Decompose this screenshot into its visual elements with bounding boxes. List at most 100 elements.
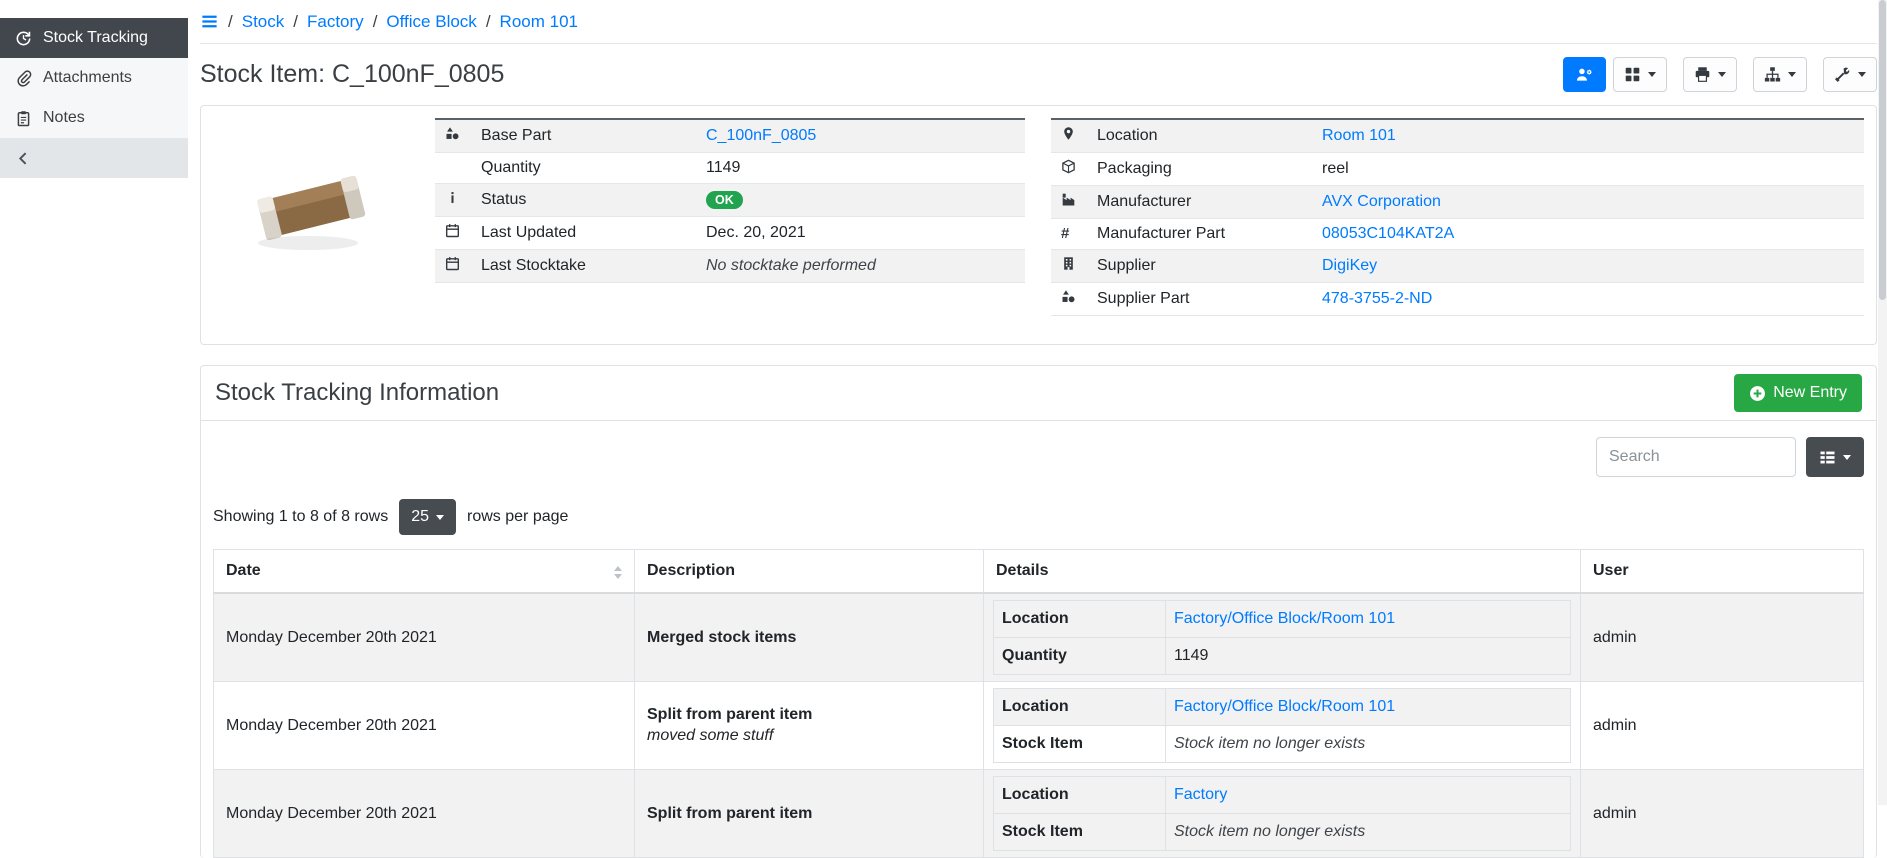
supplier-link[interactable]: DigiKey	[1322, 257, 1377, 274]
capacitor-image	[236, 147, 386, 257]
breadcrumb-separator: /	[228, 12, 233, 32]
stock-details-table: Base Part C_100nF_0805 Quantity 1149 Sta…	[435, 118, 1025, 283]
printer-icon	[1694, 66, 1711, 83]
manufacturer-link[interactable]: AVX Corporation	[1322, 193, 1441, 210]
columns-button[interactable]	[1806, 437, 1864, 477]
sidebar-item-stock-tracking[interactable]: Stock Tracking	[0, 18, 188, 58]
sidebar-item-attachments[interactable]: Attachments	[0, 58, 188, 98]
tracking-table: Date Description Details User Monday Dec…	[213, 549, 1864, 858]
sitemap-icon	[1764, 66, 1781, 83]
column-header-date[interactable]: Date	[214, 550, 635, 594]
detail-location-link[interactable]: Factory/Office Block/Room 101	[1174, 698, 1395, 715]
main-content: / Stock / Factory / Office Block / Room …	[188, 0, 1887, 805]
detail-subrow-value: Stock item no longer exists	[1174, 823, 1365, 840]
detail-location-link[interactable]: Factory/Office Block/Room 101	[1174, 610, 1395, 627]
title-row: Stock Item: C_100nF_0805	[200, 44, 1877, 103]
details-subtable: Location Factory/Office Block/Room 101 Q…	[993, 600, 1571, 675]
breadcrumb-link-factory[interactable]: Factory	[307, 12, 364, 32]
breadcrumb-separator: /	[293, 12, 298, 32]
page-title: Stock Item: C_100nF_0805	[200, 60, 504, 89]
shapes-icon	[1061, 289, 1076, 304]
description-text: Split from parent item	[647, 706, 812, 723]
status-badge: OK	[706, 191, 743, 210]
sort-icon[interactable]	[614, 566, 622, 579]
showing-text: Showing 1 to 8 of 8 rows	[213, 508, 388, 526]
detail-label: Packaging	[1089, 153, 1314, 186]
breadcrumb-separator: /	[486, 12, 491, 32]
detail-label: Last Updated	[473, 217, 698, 250]
detail-row-status: Status OK	[435, 184, 1025, 217]
detail-subrow: Quantity 1149	[994, 638, 1571, 675]
vertical-scrollbar[interactable]	[1878, 0, 1887, 805]
part-thumbnail[interactable]	[213, 118, 409, 286]
detail-row-base-part: Base Part C_100nF_0805	[435, 119, 1025, 153]
page-size-button[interactable]: 25	[399, 499, 456, 535]
breadcrumb-link-stock[interactable]: Stock	[242, 12, 285, 32]
paperclip-icon	[15, 70, 32, 87]
manufacturer-part-link[interactable]: 08053C104KAT2A	[1322, 225, 1454, 242]
column-header-label: User	[1593, 562, 1629, 579]
tracking-header: Stock Tracking Information New Entry	[201, 366, 1876, 421]
description-cell: Merged stock items	[635, 593, 984, 682]
detail-label: Supplier	[1089, 250, 1314, 283]
breadcrumb-link-office-block[interactable]: Office Block	[386, 12, 476, 32]
stock-transfer-actions-button[interactable]	[1753, 57, 1807, 92]
calendar-icon	[445, 223, 460, 238]
tracking-row: Monday December 20th 2021 Merged stock i…	[214, 593, 1864, 682]
industry-icon	[1061, 192, 1076, 207]
sidebar-collapse-button[interactable]	[0, 138, 188, 178]
details-subtable: Location Factory/Office Block/Room 101 S…	[993, 688, 1571, 763]
detail-subrow-label: Location	[994, 777, 1166, 814]
sidebar-item-notes[interactable]: Notes	[0, 98, 188, 138]
column-header-details[interactable]: Details	[984, 550, 1581, 594]
detail-subrow-label: Location	[994, 601, 1166, 638]
supplier-part-link[interactable]: 478-3755-2-ND	[1322, 290, 1432, 307]
edit-actions-button[interactable]	[1823, 57, 1877, 92]
caret-down-icon	[436, 515, 444, 520]
detail-row-manufacturer: Manufacturer AVX Corporation	[1051, 186, 1864, 219]
last-updated-value: Dec. 20, 2021	[706, 224, 806, 241]
detail-subrow: Location Factory/Office Block/Room 101	[994, 689, 1571, 726]
column-header-user[interactable]: User	[1581, 550, 1864, 594]
breadcrumb-link-room-101[interactable]: Room 101	[500, 12, 578, 32]
print-actions-button[interactable]	[1683, 57, 1737, 92]
date-cell: Monday December 20th 2021	[214, 770, 635, 858]
detail-subrow-value: Stock item no longer exists	[1174, 735, 1365, 752]
caret-down-icon	[1843, 455, 1851, 460]
location-link[interactable]: Room 101	[1322, 127, 1396, 144]
details-cell: Location Factory/Office Block/Room 101 Q…	[984, 593, 1581, 682]
tracking-row: Monday December 20th 2021 Split from par…	[214, 682, 1864, 770]
location-pin-icon	[1061, 126, 1076, 141]
detail-label: Base Part	[473, 119, 698, 153]
barcode-actions-button[interactable]	[1613, 57, 1667, 92]
detail-label: Manufacturer	[1089, 186, 1314, 219]
detail-subrow-label: Stock Item	[994, 726, 1166, 763]
stock-tracking-card: Stock Tracking Information New Entry	[200, 365, 1877, 858]
detail-row-last-updated: Last Updated Dec. 20, 2021	[435, 217, 1025, 250]
menu-icon[interactable]	[200, 12, 219, 31]
date-cell: Monday December 20th 2021	[214, 682, 635, 770]
detail-row-manufacturer-part: # Manufacturer Part 08053C104KAT2A	[1051, 219, 1864, 250]
breadcrumb: / Stock / Factory / Office Block / Room …	[200, 0, 1877, 44]
caret-down-icon	[1788, 72, 1796, 77]
scrollbar-thumb[interactable]	[1879, 0, 1886, 300]
pagination-info: Showing 1 to 8 of 8 rows 25 rows per pag…	[213, 499, 1864, 535]
base-part-link[interactable]: C_100nF_0805	[706, 127, 816, 144]
column-header-description[interactable]: Description	[635, 550, 984, 594]
new-entry-button[interactable]: New Entry	[1734, 374, 1862, 412]
chevron-left-icon	[15, 150, 32, 167]
sidebar: Stock Tracking Attachments Notes	[0, 0, 188, 805]
user-cell: admin	[1581, 770, 1864, 858]
detail-row-supplier-part: Supplier Part 478-3755-2-ND	[1051, 283, 1864, 316]
detail-row-quantity: Quantity 1149	[435, 153, 1025, 184]
detail-label: Quantity	[473, 153, 698, 184]
detail-subrow: Location Factory/Office Block/Room 101	[994, 601, 1571, 638]
user-cell: admin	[1581, 593, 1864, 682]
caret-down-icon	[1648, 72, 1656, 77]
calendar-icon	[445, 256, 460, 271]
search-input[interactable]	[1596, 437, 1796, 477]
detail-location-link[interactable]: Factory	[1174, 786, 1227, 803]
tools-icon	[1834, 66, 1851, 83]
description-cell: Split from parent item	[635, 770, 984, 858]
stock-user-actions-button[interactable]	[1563, 57, 1606, 92]
